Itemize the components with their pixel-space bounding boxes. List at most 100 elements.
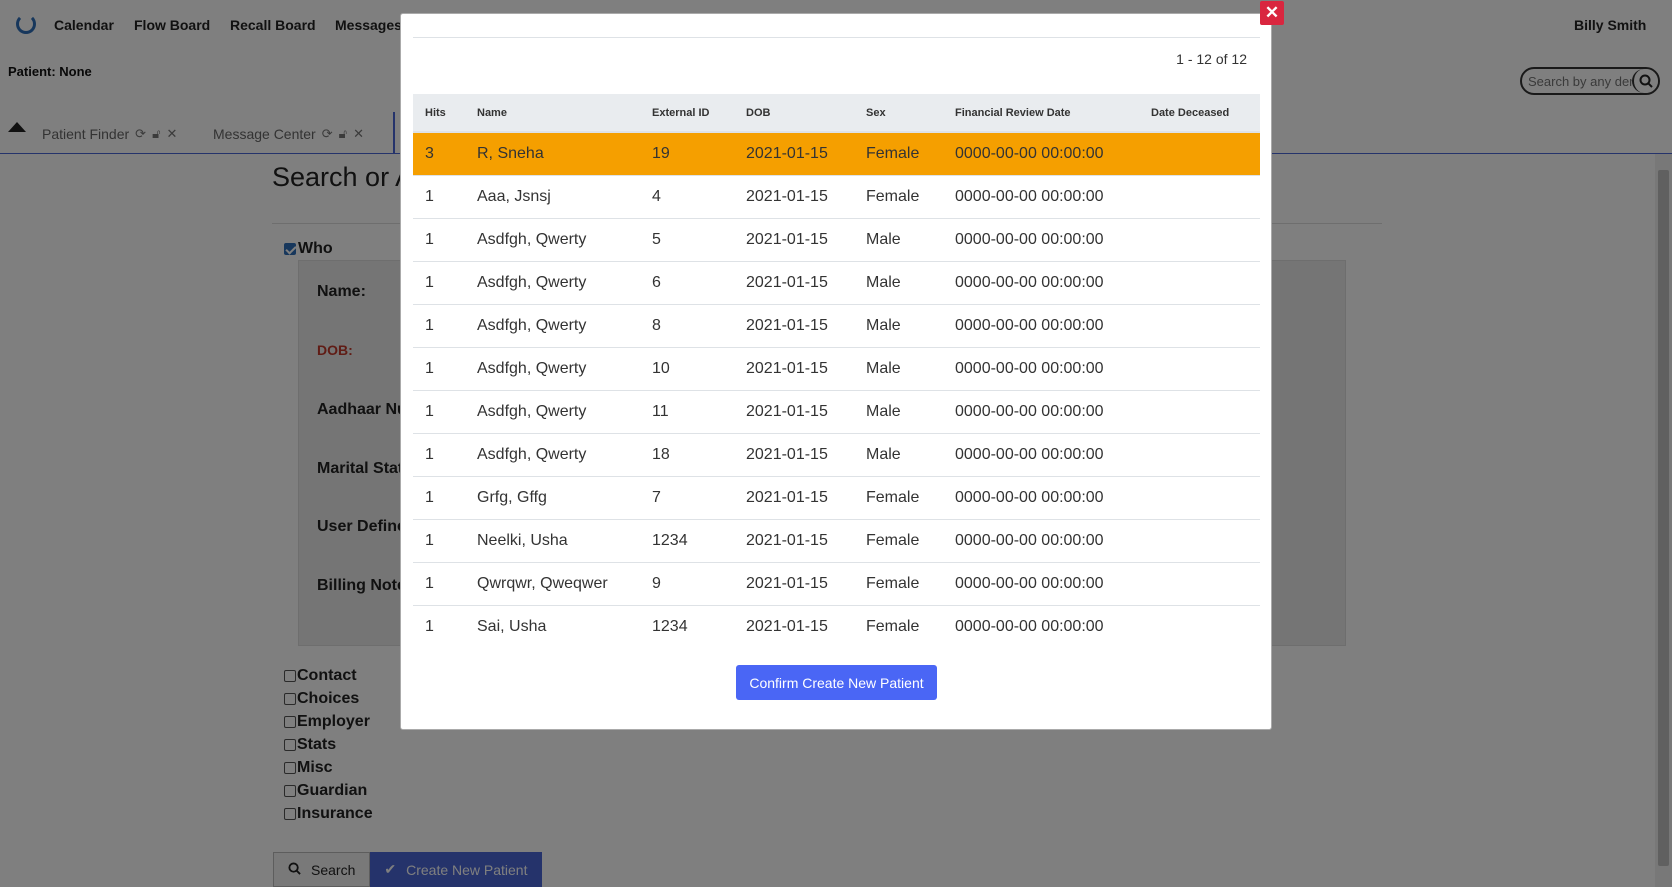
table-cell: Male: [854, 218, 943, 262]
table-header-row: Hits Name External ID DOB Sex Financial …: [413, 94, 1260, 133]
col-sex[interactable]: Sex: [854, 94, 943, 133]
table-cell: Asdfgh, Qwerty: [465, 218, 640, 262]
table-cell: 0000-00-00 00:00:00: [943, 175, 1139, 219]
table-cell: 2021-01-15: [734, 347, 854, 391]
table-cell: 0000-00-00 00:00:00: [943, 433, 1139, 477]
table-cell: Qwrqwr, Qweqwer: [465, 562, 640, 606]
table-cell: 0000-00-00 00:00:00: [943, 132, 1139, 176]
table-cell: [1139, 433, 1260, 477]
table-cell: Grfg, Gffg: [465, 476, 640, 520]
table-row[interactable]: 1 Sai, Usha 1234 2021-01-15 Female 0000-00-00…: [413, 605, 1260, 648]
table-cell: Aaa, Jsnsj: [465, 175, 640, 219]
table-cell: 2021-01-15: [734, 390, 854, 434]
table-cell: [1139, 132, 1260, 176]
table-cell: 2021-01-15: [734, 562, 854, 606]
table-cell: 2021-01-15: [734, 175, 854, 219]
table-cell: 2021-01-15: [746, 617, 828, 635]
table-cell: [1139, 304, 1260, 348]
table-row[interactable]: 1 Grfg, Gffg 7 2021-01-15 Female 0000-00-00 0…: [413, 476, 1260, 520]
confirm-create-new-patient-button[interactable]: Confirm Create New Patient: [736, 665, 937, 700]
table-cell: 0000-00-00 00:00:00: [943, 218, 1139, 262]
col-financial-review-date[interactable]: Financial Review Date: [943, 94, 1139, 133]
table-cell: 1: [413, 347, 465, 391]
table-cell: Male: [854, 304, 943, 348]
table-cell: 1: [413, 304, 465, 348]
table-cell: 1: [413, 390, 465, 434]
table-cell: Female: [854, 175, 943, 219]
table-cell: [1139, 605, 1260, 648]
table-cell: 4: [640, 175, 734, 219]
col-external-id[interactable]: External ID: [640, 94, 734, 133]
table-cell: [1139, 261, 1260, 305]
table-cell: 1: [413, 562, 465, 606]
table-cell: 1234: [640, 519, 734, 563]
table-row[interactable]: 1 Aaa, Jsnsj 4 2021-01-15 Female 0000-00-00 0…: [413, 175, 1260, 219]
table-cell: 2021-01-15: [734, 261, 854, 305]
table-cell: 1234: [652, 617, 688, 635]
table-cell: 11: [640, 390, 734, 434]
col-hits[interactable]: Hits: [413, 94, 465, 133]
table-row[interactable]: 1 Asdfgh, Qwerty 18 2021-01-15 Male 0000-00-0…: [413, 433, 1260, 477]
table-cell: 2021-01-15: [734, 433, 854, 477]
table-cell: Male: [854, 390, 943, 434]
table-row[interactable]: 3 R, Sneha 19 2021-01-15 Female 0000-00-00 00…: [413, 132, 1260, 176]
table-cell: 5: [640, 218, 734, 262]
table-cell: 1: [413, 261, 465, 305]
table-cell: Male: [854, 347, 943, 391]
table-row[interactable]: 1 Qwrqwr, Qweqwer 9 2021-01-15 Female 0000-00…: [413, 562, 1260, 606]
table-cell: Female: [854, 476, 943, 520]
table-cell: 2021-01-15: [734, 218, 854, 262]
table-cell: 0000-00-00 00:00:00: [943, 519, 1139, 563]
table-cell: 6: [640, 261, 734, 305]
table-cell: 0000-00-00 00:00:00: [943, 476, 1139, 520]
table-cell: 1: [413, 218, 465, 262]
table-cell: 1: [413, 519, 465, 563]
table-row[interactable]: 1 Asdfgh, Qwerty 8 2021-01-15 Male 0000-00-00…: [413, 304, 1260, 348]
table-cell: 1: [413, 476, 465, 520]
matching-patients-table: Hits Name External ID DOB Sex Financial …: [413, 94, 1260, 648]
col-dob[interactable]: DOB: [734, 94, 854, 133]
table-cell: R, Sneha: [465, 132, 640, 176]
table-cell: Female: [854, 132, 943, 176]
table-cell: Asdfgh, Qwerty: [465, 304, 640, 348]
table-cell: 0000-00-00 00:00:00: [943, 347, 1139, 391]
table-cell: Female: [854, 562, 943, 606]
table-cell: 2021-01-15: [734, 519, 854, 563]
table-cell: Male: [854, 433, 943, 477]
table-cell: 1: [413, 175, 465, 219]
duplicate-patient-modal: 1 - 12 of 12 Hits Name External ID DOB S…: [400, 13, 1272, 730]
table-cell: 1: [413, 433, 465, 477]
table-row[interactable]: 1 Asdfgh, Qwerty 5 2021-01-15 Male 0000-00-00…: [413, 218, 1260, 262]
table-cell: 0000-00-00 00:00:00: [943, 304, 1139, 348]
table-cell: 0000-00-00 00:00:00: [955, 617, 1104, 635]
table-cell: 2021-01-15: [734, 476, 854, 520]
table-cell: Neelki, Usha: [465, 519, 640, 563]
table-row[interactable]: 1 Neelki, Usha 1234 2021-01-15 Female 0000-00…: [413, 519, 1260, 563]
result-count: 1 - 12 of 12: [1176, 51, 1247, 67]
col-name[interactable]: Name: [465, 94, 640, 133]
table-cell: 2021-01-15: [734, 304, 854, 348]
table-cell: 2021-01-15: [734, 132, 854, 176]
col-date-deceased[interactable]: Date Deceased: [1139, 94, 1260, 133]
table-cell: [1139, 347, 1260, 391]
modal-divider: [413, 37, 1260, 38]
table-cell: 8: [640, 304, 734, 348]
close-icon[interactable]: ✕: [1260, 1, 1284, 25]
table-cell: [1139, 175, 1260, 219]
table-cell: 0000-00-00 00:00:00: [943, 261, 1139, 305]
table-cell: [1139, 218, 1260, 262]
table-cell: Female: [866, 617, 920, 635]
table-cell: 3: [413, 132, 465, 176]
table-cell: [1139, 390, 1260, 434]
table-cell: 0000-00-00 00:00:00: [943, 390, 1139, 434]
table-row[interactable]: 1 Asdfgh, Qwerty 11 2021-01-15 Male 0000-00-0…: [413, 390, 1260, 434]
table-cell: [1139, 476, 1260, 520]
table-row[interactable]: 1 Asdfgh, Qwerty 6 2021-01-15 Male 0000-00-00…: [413, 261, 1260, 305]
table-cell: Asdfgh, Qwerty: [465, 433, 640, 477]
table-cell: 7: [640, 476, 734, 520]
table-cell: 18: [640, 433, 734, 477]
table-cell: Asdfgh, Qwerty: [465, 390, 640, 434]
table-cell: [1139, 519, 1260, 563]
table-row[interactable]: 1 Asdfgh, Qwerty 10 2021-01-15 Male 0000-00-0…: [413, 347, 1260, 391]
table-cell: 9: [640, 562, 734, 606]
